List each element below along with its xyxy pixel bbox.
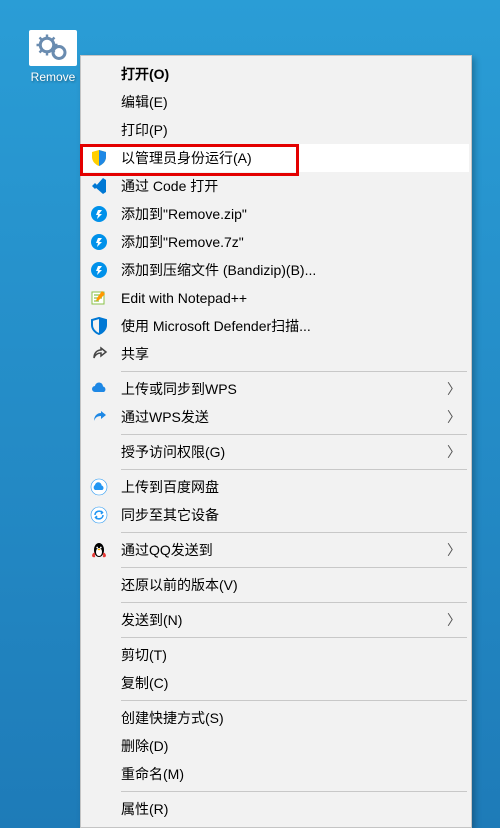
menu-wps-send[interactable]: 通过WPS发送 〉: [83, 403, 469, 431]
baidu-sync-icon: [89, 505, 109, 525]
menu-cut[interactable]: 剪切(T): [83, 641, 469, 669]
blank-icon: [89, 442, 109, 462]
separator: [121, 791, 467, 792]
bandizip-icon: [89, 232, 109, 252]
chevron-right-icon: 〉: [447, 407, 461, 427]
blank-icon: [89, 799, 109, 819]
menu-rename[interactable]: 重命名(M): [83, 760, 469, 788]
chevron-right-icon: 〉: [447, 379, 461, 399]
context-menu: 打开(O) 编辑(E) 打印(P) 以管理员身份运行(A) 通过 Code 打开…: [80, 55, 472, 828]
wps-send-icon: [89, 407, 109, 427]
separator: [121, 434, 467, 435]
blank-icon: [89, 645, 109, 665]
desktop-file-icon[interactable]: Remove: [25, 30, 81, 84]
menu-edit[interactable]: 编辑(E): [83, 88, 469, 116]
blank-icon: [89, 610, 109, 630]
shield-uac-icon: [89, 148, 109, 168]
bandizip-icon: [89, 204, 109, 224]
menu-baidu-upload[interactable]: 上传到百度网盘: [83, 473, 469, 501]
menu-create-shortcut[interactable]: 创建快捷方式(S): [83, 704, 469, 732]
menu-restore-versions[interactable]: 还原以前的版本(V): [83, 571, 469, 599]
menu-grant-access[interactable]: 授予访问权限(G) 〉: [83, 438, 469, 466]
blank-icon: [89, 64, 109, 84]
defender-icon: [89, 316, 109, 336]
menu-print[interactable]: 打印(P): [83, 116, 469, 144]
menu-wps-upload[interactable]: 上传或同步到WPS 〉: [83, 375, 469, 403]
menu-add-to-zip[interactable]: 添加到"Remove.zip": [83, 200, 469, 228]
menu-add-to-archive[interactable]: 添加到压缩文件 (Bandizip)(B)...: [83, 256, 469, 284]
menu-qq-send[interactable]: 通过QQ发送到 〉: [83, 536, 469, 564]
baidu-cloud-icon: [89, 477, 109, 497]
separator: [121, 637, 467, 638]
chevron-right-icon: 〉: [447, 610, 461, 630]
separator: [121, 469, 467, 470]
separator: [121, 602, 467, 603]
menu-defender-scan[interactable]: 使用 Microsoft Defender扫描...: [83, 312, 469, 340]
gear-icon: [29, 30, 77, 66]
menu-edit-notepadpp[interactable]: Edit with Notepad++: [83, 284, 469, 312]
separator: [121, 532, 467, 533]
menu-delete[interactable]: 删除(D): [83, 732, 469, 760]
wps-cloud-icon: [89, 379, 109, 399]
vscode-icon: [89, 176, 109, 196]
blank-icon: [89, 764, 109, 784]
qq-penguin-icon: [89, 540, 109, 560]
desktop-file-label: Remove: [25, 70, 81, 84]
menu-open[interactable]: 打开(O): [83, 60, 469, 88]
blank-icon: [89, 736, 109, 756]
menu-sync-devices[interactable]: 同步至其它设备: [83, 501, 469, 529]
blank-icon: [89, 673, 109, 693]
blank-icon: [89, 708, 109, 728]
menu-add-to-7z[interactable]: 添加到"Remove.7z": [83, 228, 469, 256]
separator: [121, 371, 467, 372]
blank-icon: [89, 92, 109, 112]
menu-send-to[interactable]: 发送到(N) 〉: [83, 606, 469, 634]
notepadpp-icon: [89, 288, 109, 308]
separator: [121, 700, 467, 701]
chevron-right-icon: 〉: [447, 442, 461, 462]
share-icon: [89, 344, 109, 364]
blank-icon: [89, 575, 109, 595]
menu-run-as-admin[interactable]: 以管理员身份运行(A): [83, 144, 469, 172]
file-icon-image: [29, 30, 77, 66]
menu-properties[interactable]: 属性(R): [83, 795, 469, 823]
bandizip-icon: [89, 260, 109, 280]
chevron-right-icon: 〉: [447, 540, 461, 560]
separator: [121, 567, 467, 568]
menu-copy[interactable]: 复制(C): [83, 669, 469, 697]
menu-share[interactable]: 共享: [83, 340, 469, 368]
menu-open-with-code[interactable]: 通过 Code 打开: [83, 172, 469, 200]
blank-icon: [89, 120, 109, 140]
